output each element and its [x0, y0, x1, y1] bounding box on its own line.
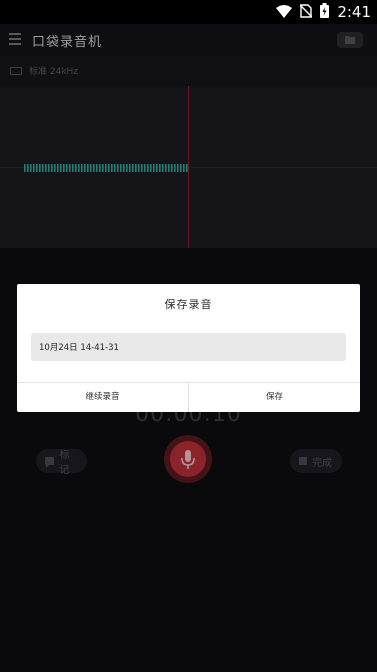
recording-name-input[interactable] — [31, 333, 346, 361]
wifi-icon — [276, 3, 293, 22]
dialog-title: 保存录音 — [164, 298, 213, 311]
status-bar: 2:41 — [0, 0, 377, 24]
status-time: 2:41 — [337, 3, 371, 21]
save-recording-dialog: 保存录音 继续录音 保存 — [17, 284, 360, 412]
battery-charging-icon — [320, 2, 330, 22]
save-button[interactable]: 保存 — [189, 383, 360, 412]
continue-recording-button[interactable]: 继续录音 — [17, 383, 188, 412]
status-icons: 2:41 — [276, 0, 371, 24]
no-sim-icon — [299, 3, 313, 22]
